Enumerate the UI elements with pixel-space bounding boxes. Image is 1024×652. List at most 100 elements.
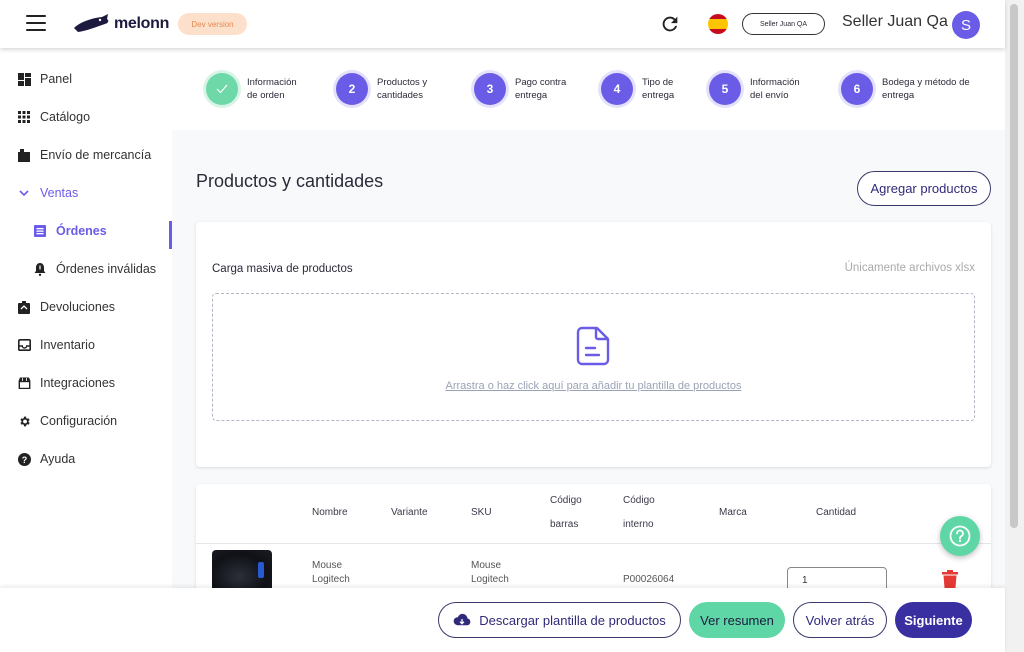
chevron-down-icon — [17, 186, 31, 200]
step-label: Pago contra entrega — [515, 77, 567, 101]
sidebar-item-label: Envío de mercancía — [40, 148, 152, 162]
upload-title: Carga masiva de productos — [212, 263, 353, 275]
download-template-label: Descargar plantilla de productos — [479, 612, 666, 628]
help-fab-button[interactable] — [940, 516, 980, 556]
column-header-internal-code: Código interno — [623, 489, 655, 537]
main-content: Información de orden 2 Productos y canti… — [172, 48, 1005, 652]
logo-text: melonn — [114, 15, 170, 32]
upload-hint: Únicamente archivos xlsx — [844, 262, 975, 274]
help-icon: ? — [17, 452, 31, 466]
sidebar-item-catalog[interactable]: Catálogo — [0, 98, 172, 136]
cell-sku: Mouse Logitech — [471, 559, 509, 587]
bottom-action-bar: Descargar plantilla de productos Ver res… — [0, 588, 1005, 652]
sidebar-item-integrations[interactable]: Integraciones — [0, 364, 172, 402]
step-label: Bodega y método de entrega — [882, 77, 970, 101]
logo[interactable]: melonn — [72, 10, 169, 38]
env-badge: Dev version — [178, 13, 247, 35]
gear-icon — [17, 414, 31, 428]
sidebar-item-orders[interactable]: Órdenes — [0, 212, 172, 250]
sidebar-item-invalid-orders[interactable]: Órdenes inválidas — [0, 250, 172, 288]
step-label: Información del envío — [750, 77, 800, 101]
sidebar-item-inventory[interactable]: Inventario — [0, 326, 172, 364]
cell-internal-code: P00026064 — [623, 574, 675, 585]
avatar[interactable]: S — [952, 11, 980, 39]
column-header-name: Nombre — [312, 507, 348, 518]
back-button[interactable]: Volver atrás — [793, 602, 887, 638]
sidebar-item-sales[interactable]: Ventas — [0, 174, 172, 212]
sidebar-item-label: Ventas — [40, 186, 79, 200]
header-line: Código — [550, 495, 582, 506]
step-label: Información de orden — [247, 77, 297, 101]
svg-text:?: ? — [21, 454, 27, 464]
cell-line: Logitech — [471, 574, 509, 585]
dropzone-link[interactable]: Arrastra o haz click aquí para añadir tu… — [213, 380, 974, 392]
header-line: interno — [623, 519, 654, 530]
step-5[interactable]: 5 Información del envío — [709, 73, 800, 105]
add-products-button[interactable]: Agregar productos — [857, 171, 991, 206]
menu-icon[interactable] — [26, 15, 46, 31]
step-number: 4 — [601, 73, 633, 105]
step-2[interactable]: 2 Productos y cantidades — [336, 73, 427, 105]
cell-line: Mouse — [471, 560, 502, 571]
cell-line: Logitech — [312, 574, 350, 585]
sidebar-item-shipping[interactable]: Envío de mercancía — [0, 136, 172, 174]
seller-selector[interactable]: Seller Juan QA — [742, 13, 825, 35]
box-icon — [17, 148, 31, 162]
sidebar-item-label: Configuración — [40, 414, 118, 428]
cell-line: Mouse — [312, 560, 343, 571]
logo-plane-icon — [74, 14, 109, 32]
step-label: Productos y cantidades — [377, 77, 428, 101]
sidebar-item-label: Panel — [40, 72, 72, 86]
next-button[interactable]: Siguiente — [895, 602, 972, 638]
store-icon — [17, 376, 31, 390]
check-icon — [206, 73, 238, 105]
sidebar-item-panel[interactable]: Panel — [0, 60, 172, 98]
sidebar-item-help[interactable]: ? Ayuda — [0, 440, 172, 478]
spain-flag-icon[interactable] — [708, 14, 728, 34]
sidebar-item-label: Órdenes — [56, 224, 107, 238]
question-icon — [949, 525, 971, 547]
column-header-brand: Marca — [719, 507, 747, 518]
dashboard-icon — [17, 72, 31, 86]
sidebar-item-label: Ayuda — [40, 452, 76, 466]
delete-icon[interactable] — [942, 570, 958, 590]
page-title: Productos y cantidades — [196, 171, 384, 191]
sidebar-item-returns[interactable]: Devoluciones — [0, 288, 172, 326]
step-4[interactable]: 4 Tipo de entrega — [601, 73, 674, 105]
step-number: 5 — [709, 73, 741, 105]
cell-name: Mouse Logitech — [312, 559, 350, 587]
list-icon — [33, 224, 47, 238]
alert-bell-icon — [33, 262, 47, 276]
sidebar-item-label: Órdenes inválidas — [56, 262, 157, 276]
inbox-icon — [17, 338, 31, 352]
scrollbar-thumb[interactable] — [1010, 4, 1018, 528]
column-header-sku: SKU — [471, 507, 492, 518]
sidebar-item-label: Inventario — [40, 338, 95, 352]
view-summary-button[interactable]: Ver resumen — [689, 602, 785, 638]
refresh-icon[interactable] — [659, 13, 681, 35]
step-3[interactable]: 3 Pago contra entrega — [474, 73, 566, 105]
step-6[interactable]: 6 Bodega y método de entrega — [841, 73, 970, 105]
step-number: 6 — [841, 73, 873, 105]
order-stepper: Información de orden 2 Productos y canti… — [172, 48, 1005, 130]
user-name[interactable]: Seller Juan Qa — [842, 13, 948, 31]
grid-icon — [17, 110, 31, 124]
cloud-download-icon — [453, 613, 471, 626]
sidebar: Panel Catálogo Envío de mercancía Ventas… — [0, 48, 172, 652]
step-number: 2 — [336, 73, 368, 105]
column-header-quantity: Cantidad — [816, 507, 857, 518]
column-header-barcode: Código barras — [550, 489, 582, 537]
header-line: Código — [623, 495, 655, 506]
sidebar-item-label: Integraciones — [40, 376, 116, 390]
document-icon — [576, 326, 610, 366]
top-header: melonn Dev version Seller Juan QA Seller… — [0, 0, 1005, 48]
header-divider — [196, 543, 991, 544]
download-template-button[interactable]: Descargar plantilla de productos — [438, 602, 681, 638]
step-1[interactable]: Información de orden — [206, 73, 297, 105]
bulk-upload-card: Carga masiva de productos Únicamente arc… — [196, 222, 991, 467]
file-dropzone[interactable]: Arrastra o haz click aquí para añadir tu… — [212, 293, 975, 421]
sidebar-item-settings[interactable]: Configuración — [0, 402, 172, 440]
step-label: Tipo de entrega — [642, 77, 675, 101]
return-icon — [17, 300, 31, 314]
header-line: barras — [550, 519, 579, 530]
